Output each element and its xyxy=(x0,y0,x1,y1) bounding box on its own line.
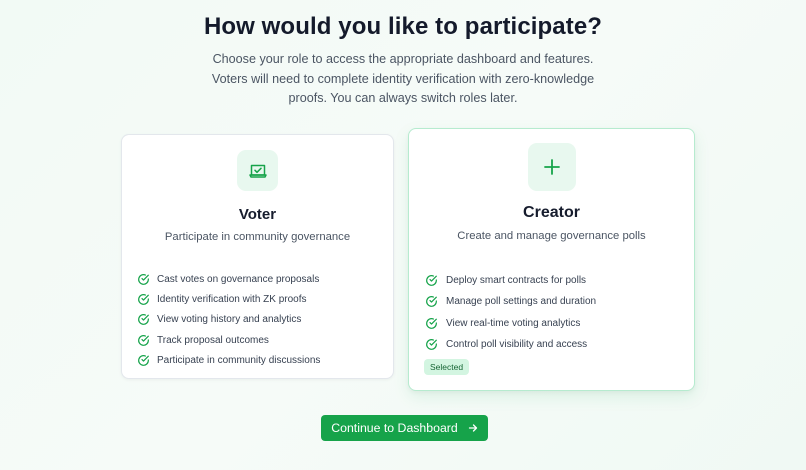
continue-to-dashboard-button[interactable]: Continue to Dashboard xyxy=(321,415,488,441)
role-title: Voter xyxy=(238,206,277,223)
feature-text: Deploy smart contracts for polls xyxy=(446,275,587,287)
feature-list: Deploy smart contracts for polls Manage … xyxy=(425,270,596,355)
page-title: How would you like to participate? xyxy=(203,13,603,40)
check-circle-icon xyxy=(138,273,149,285)
selected-badge: Selected xyxy=(424,359,470,375)
feature-item: Participate in community discussions xyxy=(137,350,320,370)
feature-item: View voting history and analytics xyxy=(137,310,320,330)
feature-list: Cast votes on governance proposals Ident… xyxy=(137,269,320,370)
feature-item: Deploy smart contracts for polls xyxy=(425,270,596,291)
check-circle-icon xyxy=(426,339,437,350)
check-circle-icon xyxy=(138,293,149,305)
role-description: Participate in community governance xyxy=(164,231,351,243)
role-description: Create and manage governance polls xyxy=(457,230,646,242)
feature-text: Participate in community discussions xyxy=(157,354,321,366)
check-circle-icon xyxy=(426,317,437,329)
arrow-right-icon xyxy=(468,424,477,432)
feature-text: Control poll visibility and access xyxy=(446,339,588,351)
feature-item: Identity verification with ZK proofs xyxy=(137,289,320,309)
feature-text: Identity verification with ZK proofs xyxy=(157,293,307,305)
feature-item: Control poll visibility and access xyxy=(425,334,596,355)
feature-text: View voting history and analytics xyxy=(157,314,302,326)
check-circle-icon xyxy=(138,314,149,326)
feature-text: Track proposal outcomes xyxy=(157,334,269,346)
feature-item: Manage poll settings and duration xyxy=(425,291,596,312)
check-circle-icon xyxy=(426,296,437,308)
check-circle-icon xyxy=(138,334,149,346)
check-circle-icon xyxy=(138,354,149,366)
feature-text: Manage poll settings and duration xyxy=(446,296,597,308)
page-subtitle: Choose your role to access the appropria… xyxy=(211,52,595,105)
feature-item: View real-time voting analytics xyxy=(425,313,596,334)
continue-button-label: Continue to Dashboard xyxy=(331,421,458,435)
feature-text: Cast votes on governance proposals xyxy=(157,273,320,285)
check-circle-icon xyxy=(426,275,437,287)
vote-box-icon xyxy=(237,150,278,191)
feature-text: View real-time voting analytics xyxy=(446,317,581,329)
role-title: Creator xyxy=(523,204,580,221)
feature-item: Cast votes on governance proposals xyxy=(137,269,320,289)
feature-item: Track proposal outcomes xyxy=(137,330,320,350)
plus-icon xyxy=(528,143,576,191)
role-card-creator[interactable]: Creator Create and manage governance pol… xyxy=(408,128,695,391)
role-card-voter[interactable]: Voter Participate in community governanc… xyxy=(121,134,394,379)
